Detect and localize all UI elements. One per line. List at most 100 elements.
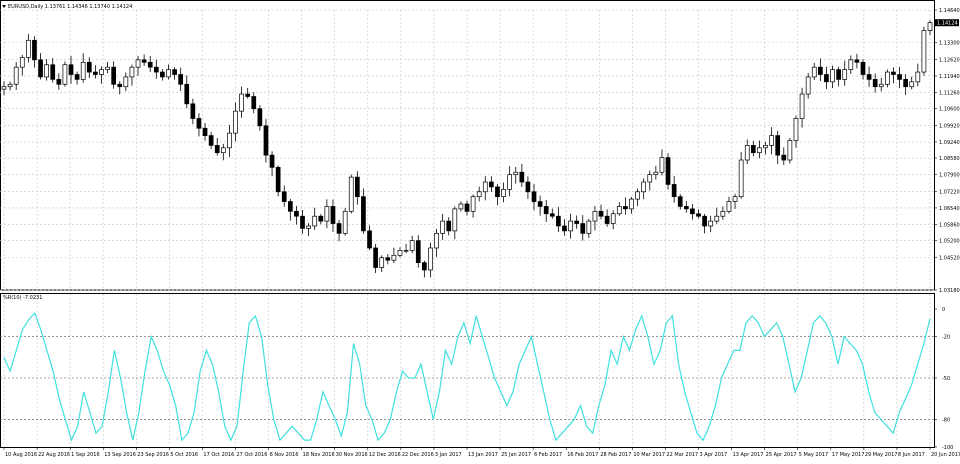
candle-body	[629, 198, 634, 210]
time-label: 22 Mar 2017	[666, 452, 698, 458]
price-label: 1.05860	[939, 223, 960, 229]
candle-body	[543, 206, 549, 215]
candle-body	[336, 223, 342, 234]
candle-body	[866, 74, 872, 80]
candle-body	[885, 71, 890, 85]
candle-body	[842, 69, 848, 80]
chart-canvas[interactable]: 10 Aug 2016 22 Aug 2016 1 Sep 2016 13 Sep 2…	[0, 0, 960, 460]
candle-body	[214, 145, 220, 154]
candle-body	[153, 66, 159, 73]
candle-body	[275, 166, 281, 193]
candle-body	[300, 215, 305, 229]
time-label: 3 Apr 2017	[700, 452, 728, 458]
candle-body	[549, 213, 555, 217]
symbol-dropdown-icon[interactable]	[2, 5, 6, 8]
candle-body	[160, 71, 165, 78]
price-label: 1.10600	[939, 107, 960, 113]
price-label: 1.14640	[939, 8, 960, 14]
wpr-label: -80	[942, 417, 950, 423]
candle-body	[586, 220, 592, 234]
candle-body	[196, 118, 202, 129]
candle-body	[428, 247, 433, 271]
window-title: EURUSD,Daily 1.13761 1.14346 1.13740 1.1…	[8, 4, 132, 10]
time-label: 8 Nov 2016	[270, 452, 299, 458]
candle-body	[604, 215, 610, 224]
candle-body	[793, 118, 799, 141]
candle-body	[446, 220, 452, 232]
candle-body	[744, 145, 750, 161]
candle-body	[872, 79, 878, 88]
candle-body	[233, 110, 238, 134]
wpr-panel-frame	[0, 293, 935, 448]
time-label: 16 Feb 2017	[567, 452, 598, 458]
header-layer: EURUSD,Daily 1.13761 1.14346 1.13740 1.1…	[2, 4, 132, 301]
candle-body	[324, 206, 330, 222]
candle-body	[641, 181, 647, 193]
time-label: 5 Oct 2016	[170, 452, 198, 458]
candle-body	[757, 147, 762, 154]
candle-body	[750, 145, 756, 154]
candle-body	[312, 215, 318, 227]
candle-body	[476, 191, 482, 198]
time-label: 25 Apr 2017	[766, 452, 797, 458]
candle-body	[769, 135, 774, 146]
price-label: 1.11940	[939, 74, 960, 80]
candle-body	[726, 201, 732, 212]
candle-body	[903, 79, 908, 88]
candle-body	[848, 59, 854, 70]
candle-body	[1, 86, 7, 90]
price-label: 1.07220	[939, 189, 960, 195]
candle-body	[123, 76, 129, 88]
candle-body	[99, 69, 104, 75]
candle-body	[665, 157, 671, 185]
candle-body	[647, 174, 653, 183]
candle-body	[269, 154, 275, 168]
candle-body	[32, 39, 37, 61]
candle-body	[513, 171, 519, 176]
time-label: 23 Sep 2016	[137, 452, 169, 458]
candle-body	[80, 61, 86, 80]
candle-body	[556, 215, 561, 227]
candle-body	[763, 145, 768, 149]
wpr-label: -20	[942, 335, 950, 341]
price-label: 1.09240	[939, 140, 960, 146]
candle-body	[38, 59, 43, 78]
candle-body	[397, 250, 403, 256]
candle-body	[537, 201, 543, 207]
candle-body	[574, 220, 580, 224]
candle-body	[141, 59, 147, 63]
candle-body	[105, 66, 110, 70]
candle-body	[458, 203, 464, 210]
candle-body	[178, 74, 184, 85]
candle-body	[610, 213, 616, 224]
wpr-title: %R(10) -7.0231	[3, 295, 42, 301]
time-label: 3 Jan 2017	[435, 452, 462, 458]
candle-body	[464, 203, 470, 212]
time-label: 6 Feb 2017	[534, 452, 562, 458]
candle-body	[434, 232, 439, 249]
candle-body	[519, 171, 525, 183]
time-label: 10 Mar 2017	[633, 452, 665, 458]
price-label: 1.08580	[939, 156, 960, 162]
candle-body	[732, 196, 738, 202]
candle-body	[495, 186, 500, 198]
candle-body	[568, 220, 573, 232]
candle-body	[227, 132, 232, 149]
candle-body	[860, 61, 866, 75]
time-label: 22 Dec 2016	[402, 452, 434, 458]
candle-body	[117, 83, 123, 88]
candle-body	[531, 191, 537, 202]
candle-body	[281, 191, 287, 202]
candle-body	[306, 225, 311, 229]
candle-body	[68, 64, 74, 75]
candle-body	[714, 215, 720, 222]
candle-body	[202, 127, 208, 136]
candle-body	[805, 76, 811, 95]
time-label: 12 Dec 2016	[369, 452, 401, 458]
time-label: 1 Sep 2016	[71, 452, 100, 458]
candle-body	[403, 250, 409, 252]
time-label: 29 May 2017	[865, 452, 898, 458]
candle-body	[422, 262, 427, 271]
candle-body	[348, 176, 354, 212]
candle-body	[799, 93, 805, 119]
